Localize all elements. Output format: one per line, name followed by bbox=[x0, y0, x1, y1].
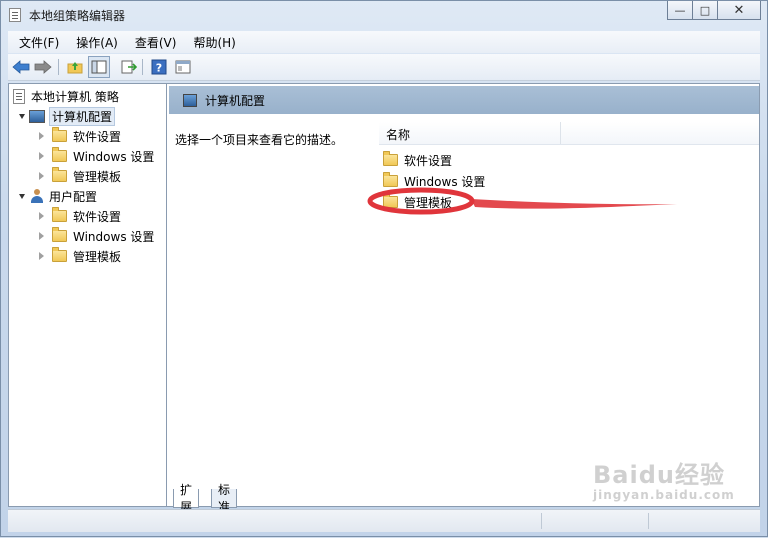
menu-file[interactable]: 文件(F) bbox=[8, 34, 65, 51]
user-icon bbox=[29, 188, 45, 204]
title-bar[interactable]: 本地组策略编辑器 — □ ✕ bbox=[1, 1, 767, 29]
computer-icon bbox=[183, 93, 197, 107]
watermark-url: jingyan.baidu.com bbox=[593, 488, 735, 502]
computer-icon bbox=[29, 109, 45, 123]
tree-item-label: 管理模板 bbox=[73, 169, 122, 184]
collapsed-arrow-icon[interactable] bbox=[39, 252, 44, 260]
menu-view[interactable]: 查看(V) bbox=[124, 34, 183, 51]
column-divider[interactable] bbox=[560, 122, 561, 144]
folder-icon bbox=[383, 151, 398, 166]
collapsed-arrow-icon[interactable] bbox=[39, 172, 44, 180]
folder-icon bbox=[52, 127, 67, 142]
status-bar bbox=[8, 509, 760, 532]
window-controls: — □ ✕ bbox=[667, 1, 761, 21]
watermark-logo: Baidu经验 bbox=[593, 461, 725, 489]
tree-item-admin-templates[interactable]: 管理模板 bbox=[39, 166, 121, 186]
menu-action[interactable]: 操作(A) bbox=[65, 34, 124, 51]
tab-extended[interactable]: 扩展 bbox=[173, 483, 200, 514]
expanded-arrow-icon[interactable] bbox=[19, 113, 25, 119]
tree-item-label: 软件设置 bbox=[73, 129, 122, 144]
menu-bar: 文件(F) 操作(A) 查看(V) 帮助(H) bbox=[8, 31, 760, 53]
app-icon bbox=[9, 8, 21, 22]
folder-icon bbox=[52, 167, 67, 182]
expanded-arrow-icon[interactable] bbox=[19, 193, 25, 199]
folder-icon bbox=[52, 147, 67, 162]
description-text: 选择一个项目来查看它的描述。 bbox=[175, 133, 344, 147]
status-divider bbox=[541, 513, 542, 529]
forward-arrow-icon[interactable] bbox=[34, 58, 52, 76]
column-header-name[interactable]: 名称 bbox=[379, 122, 759, 145]
back-arrow-icon[interactable] bbox=[12, 58, 30, 76]
window-title: 本地组策略编辑器 bbox=[29, 9, 126, 23]
folder-icon bbox=[52, 227, 67, 242]
folder-icon bbox=[383, 172, 398, 187]
tree-item-computer-config[interactable]: 计算机配置 bbox=[19, 106, 116, 126]
tree-item-label: 管理模板 bbox=[73, 249, 122, 264]
list-item-label: Windows 设置 bbox=[404, 174, 486, 189]
folder-icon bbox=[52, 247, 67, 262]
export-list-icon[interactable] bbox=[120, 58, 138, 76]
tree-item-user-software-settings[interactable]: 软件设置 bbox=[39, 206, 121, 226]
show-hide-tree-icon[interactable] bbox=[88, 56, 110, 78]
maximize-button[interactable]: □ bbox=[692, 1, 718, 20]
details-pane: 计算机配置 选择一个项目来查看它的描述。 名称 软件设置 Windows 设置 bbox=[167, 84, 759, 506]
tree-item-user-admin-templates[interactable]: 管理模板 bbox=[39, 246, 121, 266]
tree-item-label: Windows 设置 bbox=[73, 149, 155, 164]
up-folder-icon[interactable] bbox=[66, 58, 84, 76]
item-list: 名称 软件设置 Windows 设置 管理模板 bbox=[379, 114, 759, 484]
folder-icon bbox=[383, 193, 398, 208]
tree-root-label: 本地计算机 策略 bbox=[31, 89, 119, 104]
list-item-label: 软件设置 bbox=[404, 153, 453, 168]
tab-standard[interactable]: 标准 bbox=[211, 483, 238, 514]
list-item-software-settings[interactable]: 软件设置 bbox=[383, 150, 452, 170]
tree-item-windows-settings[interactable]: Windows 设置 bbox=[39, 146, 154, 166]
minimize-button[interactable]: — bbox=[667, 1, 693, 20]
tree-item-label: 软件设置 bbox=[73, 209, 122, 224]
toolbar-separator bbox=[58, 59, 59, 75]
collapsed-arrow-icon[interactable] bbox=[39, 152, 44, 160]
status-divider bbox=[648, 513, 649, 529]
menu-help[interactable]: 帮助(H) bbox=[182, 34, 241, 51]
tree-item-user-windows-settings[interactable]: Windows 设置 bbox=[39, 226, 154, 246]
baidu-jingyan-watermark: Baidu经验 jingyan.baidu.com bbox=[593, 455, 735, 502]
svg-text:?: ? bbox=[156, 62, 162, 75]
tree-item-label: Windows 设置 bbox=[73, 229, 155, 244]
toolbar: ? bbox=[8, 54, 760, 81]
column-name-label: 名称 bbox=[386, 128, 411, 142]
list-item-label: 管理模板 bbox=[404, 195, 453, 210]
folder-icon bbox=[52, 207, 67, 222]
toolbar-separator bbox=[142, 59, 143, 75]
tree-item-software-settings[interactable]: 软件设置 bbox=[39, 126, 121, 146]
tree-item-user-config[interactable]: 用户配置 bbox=[19, 186, 97, 206]
gpedit-window: 本地组策略编辑器 — □ ✕ 文件(F) 操作(A) 查看(V) 帮助(H) ?… bbox=[0, 0, 768, 537]
main-content: 本地计算机 策略 计算机配置 软件设置 Windows 设置 管理模板 用户配置… bbox=[8, 83, 760, 514]
help-icon[interactable]: ? bbox=[150, 58, 168, 76]
tree-item-label: 用户配置 bbox=[49, 189, 98, 204]
policy-doc-icon bbox=[13, 88, 25, 104]
collapsed-arrow-icon[interactable] bbox=[39, 132, 44, 140]
details-header-title: 计算机配置 bbox=[205, 93, 266, 108]
details-header: 计算机配置 bbox=[169, 86, 759, 114]
list-item-admin-templates[interactable]: 管理模板 bbox=[383, 192, 452, 212]
collapsed-arrow-icon[interactable] bbox=[39, 212, 44, 220]
close-button[interactable]: ✕ bbox=[717, 1, 761, 20]
collapsed-arrow-icon[interactable] bbox=[39, 232, 44, 240]
properties-icon[interactable] bbox=[174, 58, 192, 76]
tree-item-label: 计算机配置 bbox=[49, 106, 116, 126]
tree-pane: 本地计算机 策略 计算机配置 软件设置 Windows 设置 管理模板 用户配置… bbox=[9, 84, 167, 506]
tree-root[interactable]: 本地计算机 策略 bbox=[13, 86, 119, 106]
list-item-windows-settings[interactable]: Windows 设置 bbox=[383, 171, 485, 191]
